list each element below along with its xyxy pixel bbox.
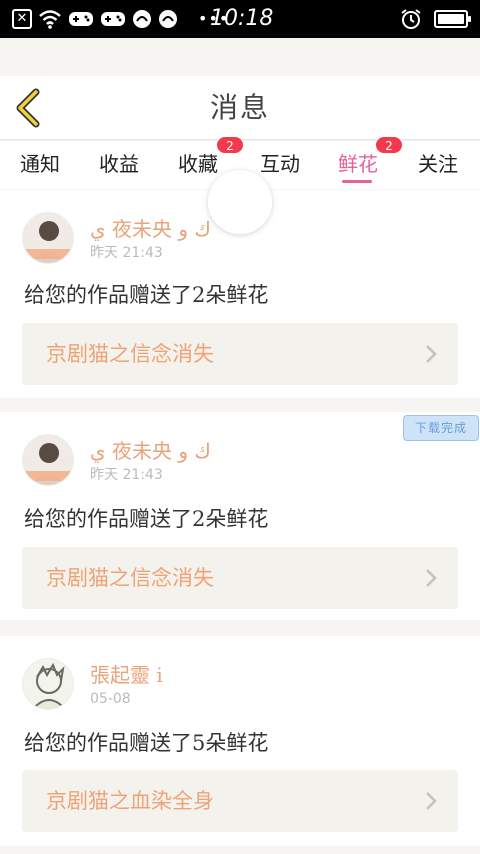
battery-icon [434, 10, 471, 28]
message-text: 给您的作品赠送了2朵鲜花 [24, 283, 269, 307]
flowers-badge: 2 [375, 136, 403, 154]
message-card[interactable]: ي 夜未央 ك و 昨天 21:43 给您的作品赠送了2朵鲜花 京剧猫之信念消失 [0, 412, 480, 620]
status-time: 10:18 [210, 6, 274, 31]
message-time: 昨天 21:43 [90, 245, 163, 261]
page-title: 消息 [209, 91, 270, 124]
tab-favorites[interactable]: 收藏 [178, 149, 218, 185]
avatar-image [23, 213, 73, 263]
sim-off-icon: ✕ [12, 9, 32, 29]
active-tab-indicator [342, 180, 372, 183]
wifi-icon [39, 10, 61, 29]
avatar[interactable] [22, 434, 74, 486]
message-text: 给您的作品赠送了5朵鲜花 [24, 731, 269, 755]
tab-earnings[interactable]: 收益 [99, 149, 139, 185]
touch-ripple [208, 170, 272, 234]
tab-follows[interactable]: 关注 [418, 149, 458, 185]
app-notification-icon [133, 10, 151, 28]
user-name[interactable]: ي 夜未央 ك و [90, 438, 211, 464]
message-time: 05-08 [90, 691, 131, 707]
user-name[interactable]: 張起靈 i [90, 662, 163, 688]
avatar[interactable] [22, 212, 74, 264]
status-bar: ✕ ••• 10:18 [0, 0, 480, 38]
message-time: 昨天 21:43 [90, 467, 163, 483]
work-title: 京剧猫之信念消失 [46, 566, 214, 590]
favorites-badge: 2 [216, 136, 244, 154]
avatar-image [23, 659, 73, 709]
download-complete-badge[interactable]: 下载完成 [403, 415, 479, 441]
gamepad-icon [69, 12, 93, 26]
chevron-right-icon [426, 345, 437, 363]
chevron-right-icon [426, 792, 437, 810]
work-title: 京剧猫之信念消失 [46, 342, 214, 366]
work-title: 京剧猫之血染全身 [46, 789, 214, 813]
avatar[interactable] [22, 658, 74, 710]
avatar-image [23, 435, 73, 485]
chevron-right-icon [426, 569, 437, 587]
app-notification-icon [159, 10, 177, 28]
message-card[interactable]: 張起靈 i 05-08 给您的作品赠送了5朵鲜花 京剧猫之血染全身 [0, 636, 480, 846]
gamepad-icon [101, 12, 125, 26]
tab-interactions[interactable]: 互动 [260, 149, 300, 185]
work-link[interactable]: 京剧猫之信念消失 [22, 323, 458, 385]
alarm-icon [401, 9, 421, 29]
work-link[interactable]: 京剧猫之信念消失 [22, 547, 458, 609]
user-name[interactable]: ي 夜未央 ك و [90, 216, 211, 242]
message-text: 给您的作品赠送了2朵鲜花 [24, 507, 269, 531]
tab-notifications[interactable]: 通知 [20, 149, 60, 185]
work-link[interactable]: 京剧猫之血染全身 [22, 770, 458, 832]
header: 消息 [0, 76, 480, 140]
battery-level [438, 14, 464, 24]
status-icons-left: ✕ ••• [12, 7, 229, 31]
status-icons-right [400, 7, 471, 31]
